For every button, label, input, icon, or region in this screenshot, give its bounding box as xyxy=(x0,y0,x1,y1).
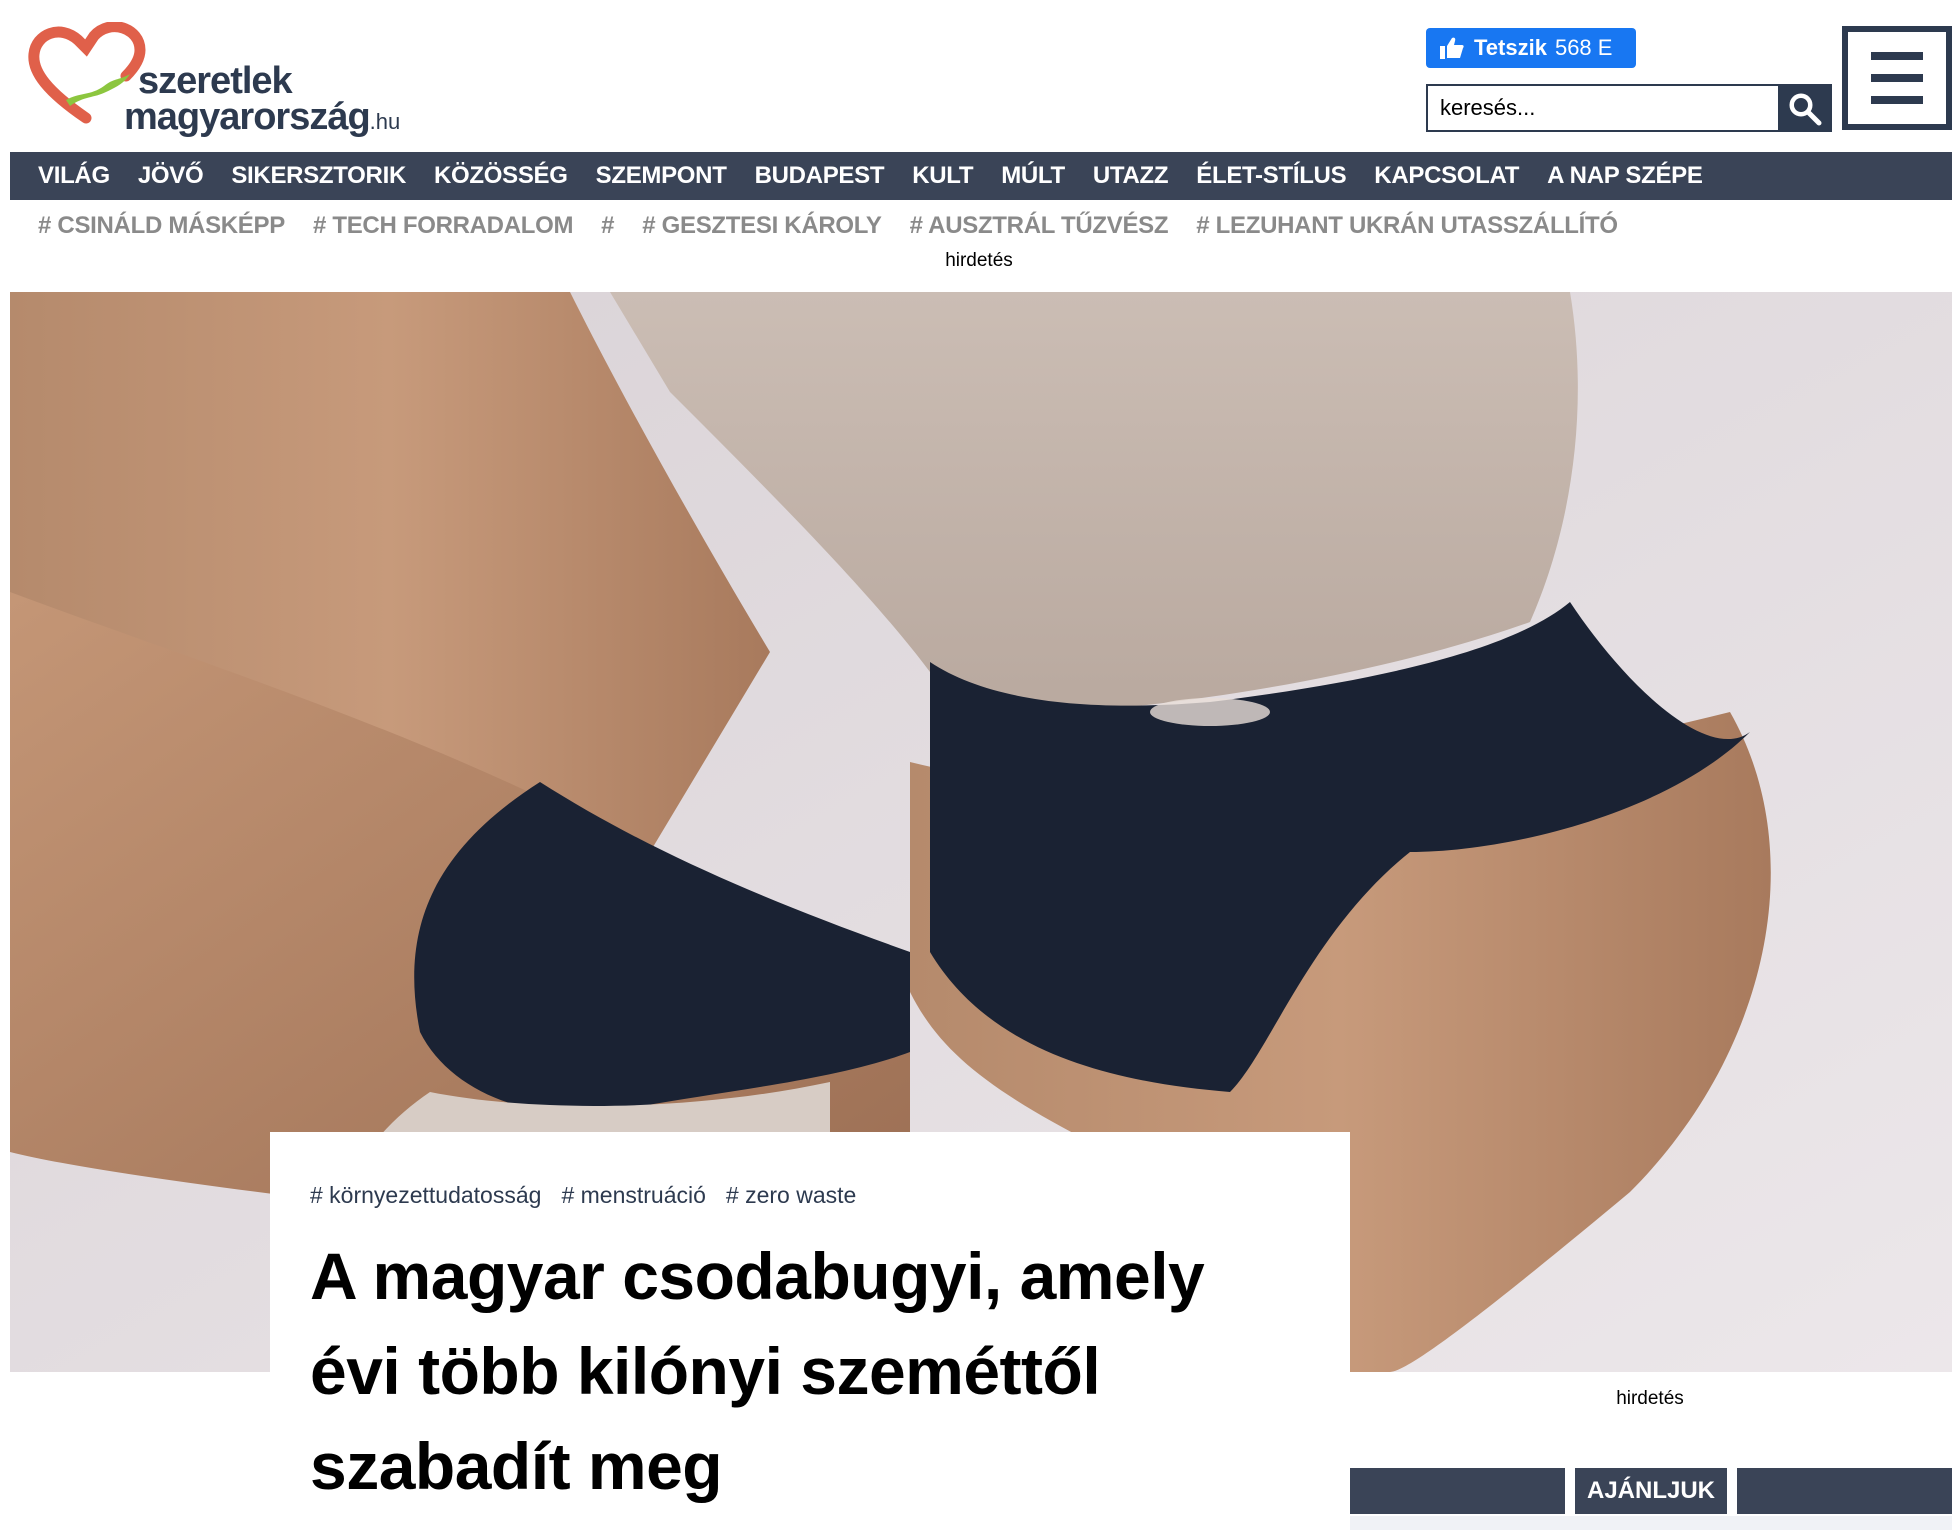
trending-tag[interactable]: # GESZTESI KÁROLY xyxy=(642,212,882,240)
trending-tag[interactable]: # TECH FORRADALOM xyxy=(313,212,574,240)
trending-tag[interactable]: # LEZUHANT UKRÁN UTASSZÁLLÍTÓ xyxy=(1196,212,1618,240)
trending-tag[interactable]: # CSINÁLD MÁSKÉPP xyxy=(38,212,285,240)
article-tags: # környezettudatosság # menstruáció # ze… xyxy=(310,1182,1310,1209)
logo-text-line2: magyarország.hu xyxy=(124,98,400,136)
nav-item-szempont[interactable]: SZEMPONT xyxy=(596,162,727,190)
trending-tags: # CSINÁLD MÁSKÉPP # TECH FORRADALOM # # … xyxy=(10,208,1952,244)
facebook-like-button[interactable]: Tetszik 568 E xyxy=(1426,28,1636,68)
ad-label: hirdetés xyxy=(1616,1388,1684,1409)
article-title-line: szabadít meg xyxy=(310,1429,723,1503)
nav-item-vilag[interactable]: VILÁG xyxy=(38,162,110,190)
logo-text-main: magyarország xyxy=(124,96,371,138)
article-tag[interactable]: # menstruáció xyxy=(561,1182,705,1209)
facebook-like-count: 568 E xyxy=(1554,35,1613,60)
main-navigation: VILÁG JÖVŐ SIKERSZTORIK KÖZÖSSÉG SZEMPON… xyxy=(10,152,1952,200)
article-tag[interactable]: # környezettudatosság xyxy=(310,1182,541,1209)
trending-tag[interactable]: # xyxy=(601,212,614,240)
thumbs-up-icon xyxy=(1440,37,1464,59)
nav-item-a-nap-szepe[interactable]: A NAP SZÉPE xyxy=(1547,162,1703,190)
article-title-line: évi több kilónyi szeméttől xyxy=(310,1334,1101,1408)
nav-item-kapcsolat[interactable]: KAPCSOLAT xyxy=(1374,162,1519,190)
article-tag[interactable]: # zero waste xyxy=(726,1182,856,1209)
nav-item-mult[interactable]: MÚLT xyxy=(1001,162,1065,190)
header-divider xyxy=(1737,1468,1953,1514)
menu-button[interactable] xyxy=(1842,26,1952,130)
nav-item-sikersztorik[interactable]: SIKERSZTORIK xyxy=(231,162,406,190)
recommended-header: AJÁNLJUK xyxy=(1350,1468,1953,1514)
trending-tag[interactable]: # AUSZTRÁL TŰZVÉSZ xyxy=(910,212,1169,240)
search-form xyxy=(1426,84,1832,132)
nav-item-kult[interactable]: KULT xyxy=(912,162,973,190)
header-divider xyxy=(1350,1468,1565,1514)
hamburger-menu-icon xyxy=(1848,32,1946,124)
recommended-tab[interactable]: AJÁNLJUK xyxy=(1575,1468,1728,1514)
search-input[interactable] xyxy=(1428,86,1778,130)
site-logo[interactable]: szeretlek magyarország.hu xyxy=(28,22,428,136)
nav-item-utazz[interactable]: UTAZZ xyxy=(1093,162,1169,190)
nav-item-jovo[interactable]: JÖVŐ xyxy=(138,162,204,190)
article-title-line: A magyar csodabugyi, amely xyxy=(310,1239,1205,1313)
search-icon xyxy=(1789,93,1822,126)
nav-item-elet-stilus[interactable]: ÉLET-STÍLUS xyxy=(1196,162,1346,190)
logo-text-suffix: .hu xyxy=(369,109,401,134)
facebook-like-label: Tetszik xyxy=(1474,35,1547,60)
site-header: szeretlek magyarország.hu Tetszik 568 E xyxy=(0,0,1958,150)
article-card: # környezettudatosság # menstruáció # ze… xyxy=(270,1132,1350,1530)
nav-item-kozosseg[interactable]: KÖZÖSSÉG xyxy=(434,162,568,190)
article-title: A magyar csodabugyi, amely évi több kiló… xyxy=(310,1229,1310,1514)
search-button[interactable] xyxy=(1778,86,1830,130)
ad-label: hirdetés xyxy=(945,250,1013,271)
recommended-list xyxy=(1350,1516,1952,1530)
logo-text-line1: szeretlek xyxy=(138,60,293,102)
nav-item-budapest[interactable]: BUDAPEST xyxy=(755,162,885,190)
